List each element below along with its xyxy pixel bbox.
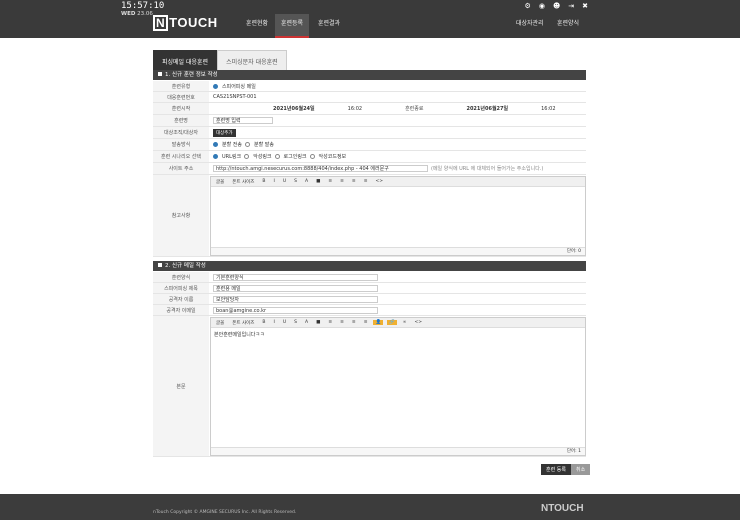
section1-header: 1. 신규 훈련 정보 작성: [153, 70, 586, 80]
footer-logo: NTOUCH: [541, 503, 584, 514]
footer: nTouch Copyright © AMGINE SECURUS Inc. A…: [0, 494, 740, 520]
body-toolbar: 글꼴 폰트 사이즈 B I U S A ■ ≡ ≡ ≡ ≡ 👤 🔗 ∞ <>: [211, 318, 585, 328]
site-select[interactable]: http://ntouch.amgi.nesecurus.com:8888/40…: [213, 165, 428, 172]
nav-template[interactable]: 훈련양식: [551, 14, 585, 38]
nav-result[interactable]: 훈련결과: [312, 14, 346, 38]
nav-status[interactable]: 훈련현황: [240, 14, 274, 38]
section2-header: 2. 신규 메일 작성: [153, 261, 586, 271]
note-toolbar: 글꼴 폰트 사이즈 B I U S A ■ ≡ ≡ ≡ ≡ <>: [211, 177, 585, 187]
name-input[interactable]: 훈련명 입력: [213, 117, 273, 124]
logout-icon[interactable]: ⇥: [568, 2, 574, 10]
clock: 15:57:10: [121, 1, 165, 11]
form-select[interactable]: 기본훈련양식: [213, 273, 378, 281]
register-button[interactable]: 훈련 등록: [541, 464, 571, 475]
start-date[interactable]: 2021년06월24일: [273, 105, 315, 112]
subject-input[interactable]: 훈련용 메일: [213, 284, 378, 292]
top-bar: 15:57:10 WED 23.06 N TOUCH 훈련현황 훈련등록 훈련결과…: [0, 0, 740, 38]
radio-type[interactable]: [213, 83, 218, 89]
add-target-button[interactable]: 대상추가: [213, 128, 236, 137]
body-text[interactable]: 본안훈련메일입니다ㅋㅋ: [211, 328, 585, 341]
end-date[interactable]: 2021년06월27일: [466, 105, 508, 112]
nav-target[interactable]: 대상자관리: [510, 14, 550, 38]
date: WED 23.06: [121, 11, 153, 17]
user-icon[interactable]: ☻: [553, 2, 560, 10]
email-input[interactable]: boan@amgine.co.kr: [213, 306, 378, 314]
logo[interactable]: N TOUCH: [153, 15, 218, 31]
note-editor[interactable]: 글꼴 폰트 사이즈 B I U S A ■ ≡ ≡ ≡ ≡ <> 단어: 0: [210, 176, 586, 256]
sender-input[interactable]: 보안담당자: [213, 295, 378, 303]
copyright: nTouch Copyright © AMGINE SECURUS Inc. A…: [153, 510, 297, 515]
eye-icon[interactable]: ◉: [539, 2, 545, 10]
close-icon[interactable]: ✖: [582, 2, 588, 10]
body-editor[interactable]: 글꼴 폰트 사이즈 B I U S A ■ ≡ ≡ ≡ ≡ 👤 🔗 ∞ <> 본안훈련메일입니다ㅋㅋ 단어: …: [210, 317, 586, 456]
nav-register[interactable]: 훈련등록: [275, 14, 310, 38]
gear-icon[interactable]: ⚙: [525, 2, 531, 10]
cancel-button[interactable]: 취소: [571, 464, 591, 475]
